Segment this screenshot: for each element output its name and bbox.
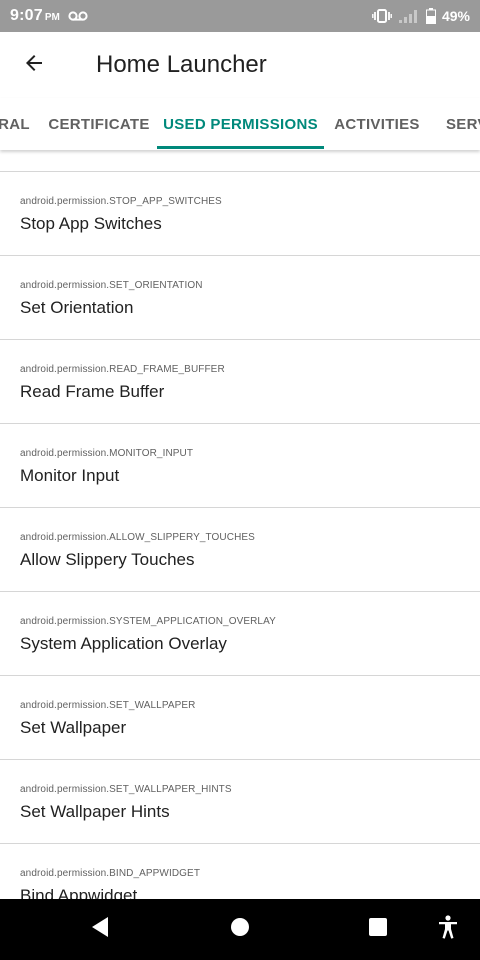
- voicemail-icon: [68, 10, 88, 22]
- clock-time: 9:07: [10, 7, 43, 24]
- list-item[interactable]: android.permission.SET_WALLPAPER_HINTS S…: [0, 760, 480, 844]
- permission-name: Stop App Switches: [20, 214, 162, 233]
- nav-back-button[interactable]: [70, 899, 130, 960]
- permission-list[interactable]: android.permission.STOP_APP_SWITCHES Sto…: [0, 150, 480, 900]
- vibrate-icon: [372, 8, 392, 24]
- list-item[interactable]: android.permission.MONITOR_INPUT Monitor…: [0, 424, 480, 508]
- navigation-bar: [0, 899, 480, 960]
- status-right: 49%: [372, 8, 470, 24]
- list-item[interactable]: android.permission.ALLOW_SLIPPERY_TOUCHE…: [0, 508, 480, 592]
- home-circle-icon: [230, 917, 250, 942]
- list-item[interactable]: android.permission.STOP_APP_SWITCHES Sto…: [0, 172, 480, 256]
- status-left: 9:07 PM: [10, 7, 88, 25]
- nav-home-button[interactable]: [210, 899, 270, 960]
- tab-used-permissions[interactable]: USED PERMISSIONS: [157, 98, 324, 150]
- back-triangle-icon: [90, 916, 110, 943]
- permission-name: Monitor Input: [20, 466, 120, 485]
- permission-id: android.permission.MONITOR_INPUT: [20, 448, 194, 459]
- clock-ampm: PM: [44, 12, 60, 23]
- battery-icon: [425, 8, 436, 24]
- signal-icon: [398, 9, 420, 23]
- list-item[interactable]: android.permission.BIND_APPWIDGET Bind A…: [0, 844, 480, 900]
- status-time: 9:07 PM: [10, 7, 60, 25]
- permission-name: Bind Appwidget: [20, 886, 138, 900]
- status-bar: 9:07 PM 49%: [0, 0, 480, 32]
- permission-id: android.permission.READ_FRAME_BUFFER: [20, 364, 225, 375]
- permission-id: android.permission.SET_WALLPAPER: [20, 700, 196, 711]
- permission-name: Set Wallpaper: [20, 718, 127, 737]
- back-button[interactable]: [0, 32, 68, 98]
- tab-activities[interactable]: ACTIVITIES: [326, 98, 428, 150]
- nav-accessibility-button[interactable]: [418, 899, 478, 960]
- arrow-back-icon: [22, 51, 46, 80]
- app-bar: Home Launcher: [0, 32, 480, 98]
- permission-name: System Application Overlay: [20, 634, 227, 653]
- tab-indicator: [157, 146, 324, 149]
- accessibility-icon: [437, 915, 459, 944]
- permission-id: android.permission.SYSTEM_APPLICATION_OV…: [20, 616, 276, 627]
- nav-recents-button[interactable]: [348, 899, 408, 960]
- permission-name: Read Frame Buffer: [20, 382, 165, 401]
- list-item[interactable]: android.permission.SYSTEM_APPLICATION_OV…: [0, 592, 480, 676]
- list-item[interactable]: android.permission.READ_FRAME_BUFFER Rea…: [0, 340, 480, 424]
- list-item-partial: [0, 150, 480, 172]
- permission-id: android.permission.BIND_APPWIDGET: [20, 868, 201, 879]
- battery-percent: 49%: [441, 8, 470, 24]
- permission-id: android.permission.ALLOW_SLIPPERY_TOUCHE…: [20, 532, 255, 543]
- tab-services[interactable]: SERV: [440, 98, 480, 150]
- permission-name: Set Orientation: [20, 298, 134, 317]
- list-item[interactable]: android.permission.SET_ORIENTATION Set O…: [0, 256, 480, 340]
- recents-square-icon: [368, 917, 388, 942]
- permission-name: Allow Slippery Touches: [20, 550, 195, 569]
- list-item[interactable]: android.permission.SET_WALLPAPER Set Wal…: [0, 676, 480, 760]
- permission-id: android.permission.SET_WALLPAPER_HINTS: [20, 784, 232, 795]
- tab-general[interactable]: RAL: [0, 98, 34, 150]
- permission-id: android.permission.STOP_APP_SWITCHES: [20, 196, 222, 207]
- page-title: Home Launcher: [96, 51, 267, 78]
- permission-name: Set Wallpaper Hints: [20, 802, 170, 821]
- tab-bar: RAL CERTIFICATE USED PERMISSIONS ACTIVIT…: [0, 98, 480, 150]
- tab-certificate[interactable]: CERTIFICATE: [42, 98, 156, 150]
- permission-id: android.permission.SET_ORIENTATION: [20, 280, 203, 291]
